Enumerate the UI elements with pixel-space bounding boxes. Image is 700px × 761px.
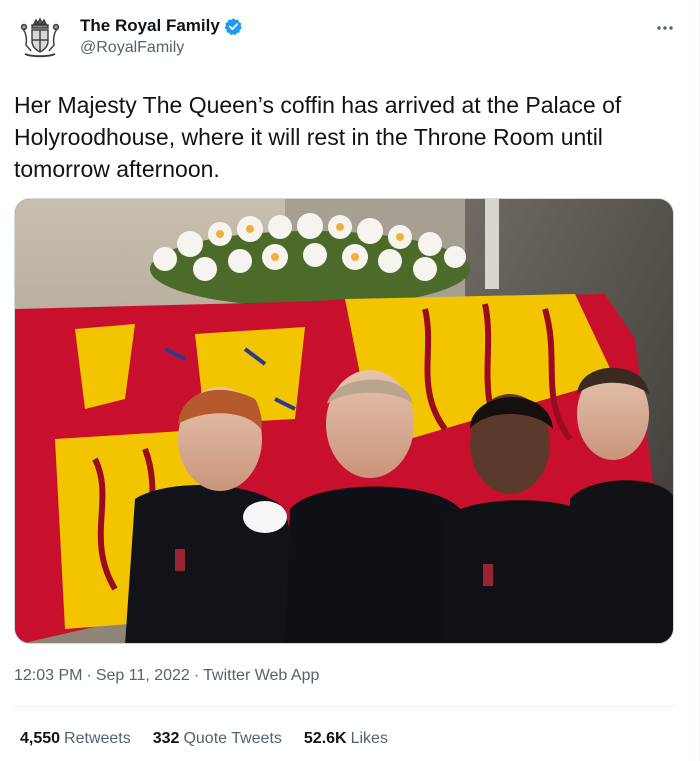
more-options-icon — [657, 26, 673, 30]
more-options-button[interactable] — [653, 16, 677, 40]
quote-tweets-label: Quote Tweets — [183, 730, 282, 747]
tweet-date[interactable]: Sep 11, 2022 — [96, 667, 190, 685]
meta-separator: · — [193, 667, 200, 684]
tweet-text: Her Majesty The Queen’s coffin has arriv… — [14, 92, 622, 182]
divider — [14, 706, 677, 707]
verified-badge-icon — [224, 17, 242, 35]
tweet-meta: 12:03 PM · Sep 11, 2022 · Twitter Web Ap… — [14, 667, 319, 685]
photo-coffin-procession — [15, 199, 673, 643]
tweet-stats: 4,550 Retweets 332 Quote Tweets 52.6K Li… — [20, 730, 388, 748]
name-row: The Royal Family — [80, 16, 243, 36]
likes-count: 52.6K — [303, 730, 347, 747]
tweet-source[interactable]: Twitter Web App — [203, 667, 319, 685]
display-name[interactable]: The Royal Family — [80, 16, 220, 36]
quote-tweets-count: 332 — [152, 730, 180, 747]
retweets-label: Retweets — [64, 730, 131, 747]
retweets-stat[interactable]: 4,550 Retweets — [20, 730, 131, 748]
avatar[interactable] — [14, 12, 66, 64]
bearers — [125, 367, 673, 643]
tweet-time[interactable]: 12:03 PM — [14, 667, 82, 685]
likes-stat[interactable]: 52.6K Likes — [304, 730, 388, 748]
likes-label: Likes — [350, 730, 388, 747]
handle[interactable]: @RoyalFamily — [80, 39, 243, 57]
retweets-count: 4,550 — [20, 730, 61, 747]
quote-tweets-stat[interactable]: 332 Quote Tweets — [153, 730, 282, 748]
tweet: The Royal Family @RoyalFamily Her Majest… — [0, 0, 700, 761]
royal-crest-icon — [20, 17, 60, 58]
tweet-photo[interactable] — [14, 198, 674, 644]
meta-separator: · — [86, 667, 92, 684]
user-info: The Royal Family @RoyalFamily — [80, 16, 243, 57]
